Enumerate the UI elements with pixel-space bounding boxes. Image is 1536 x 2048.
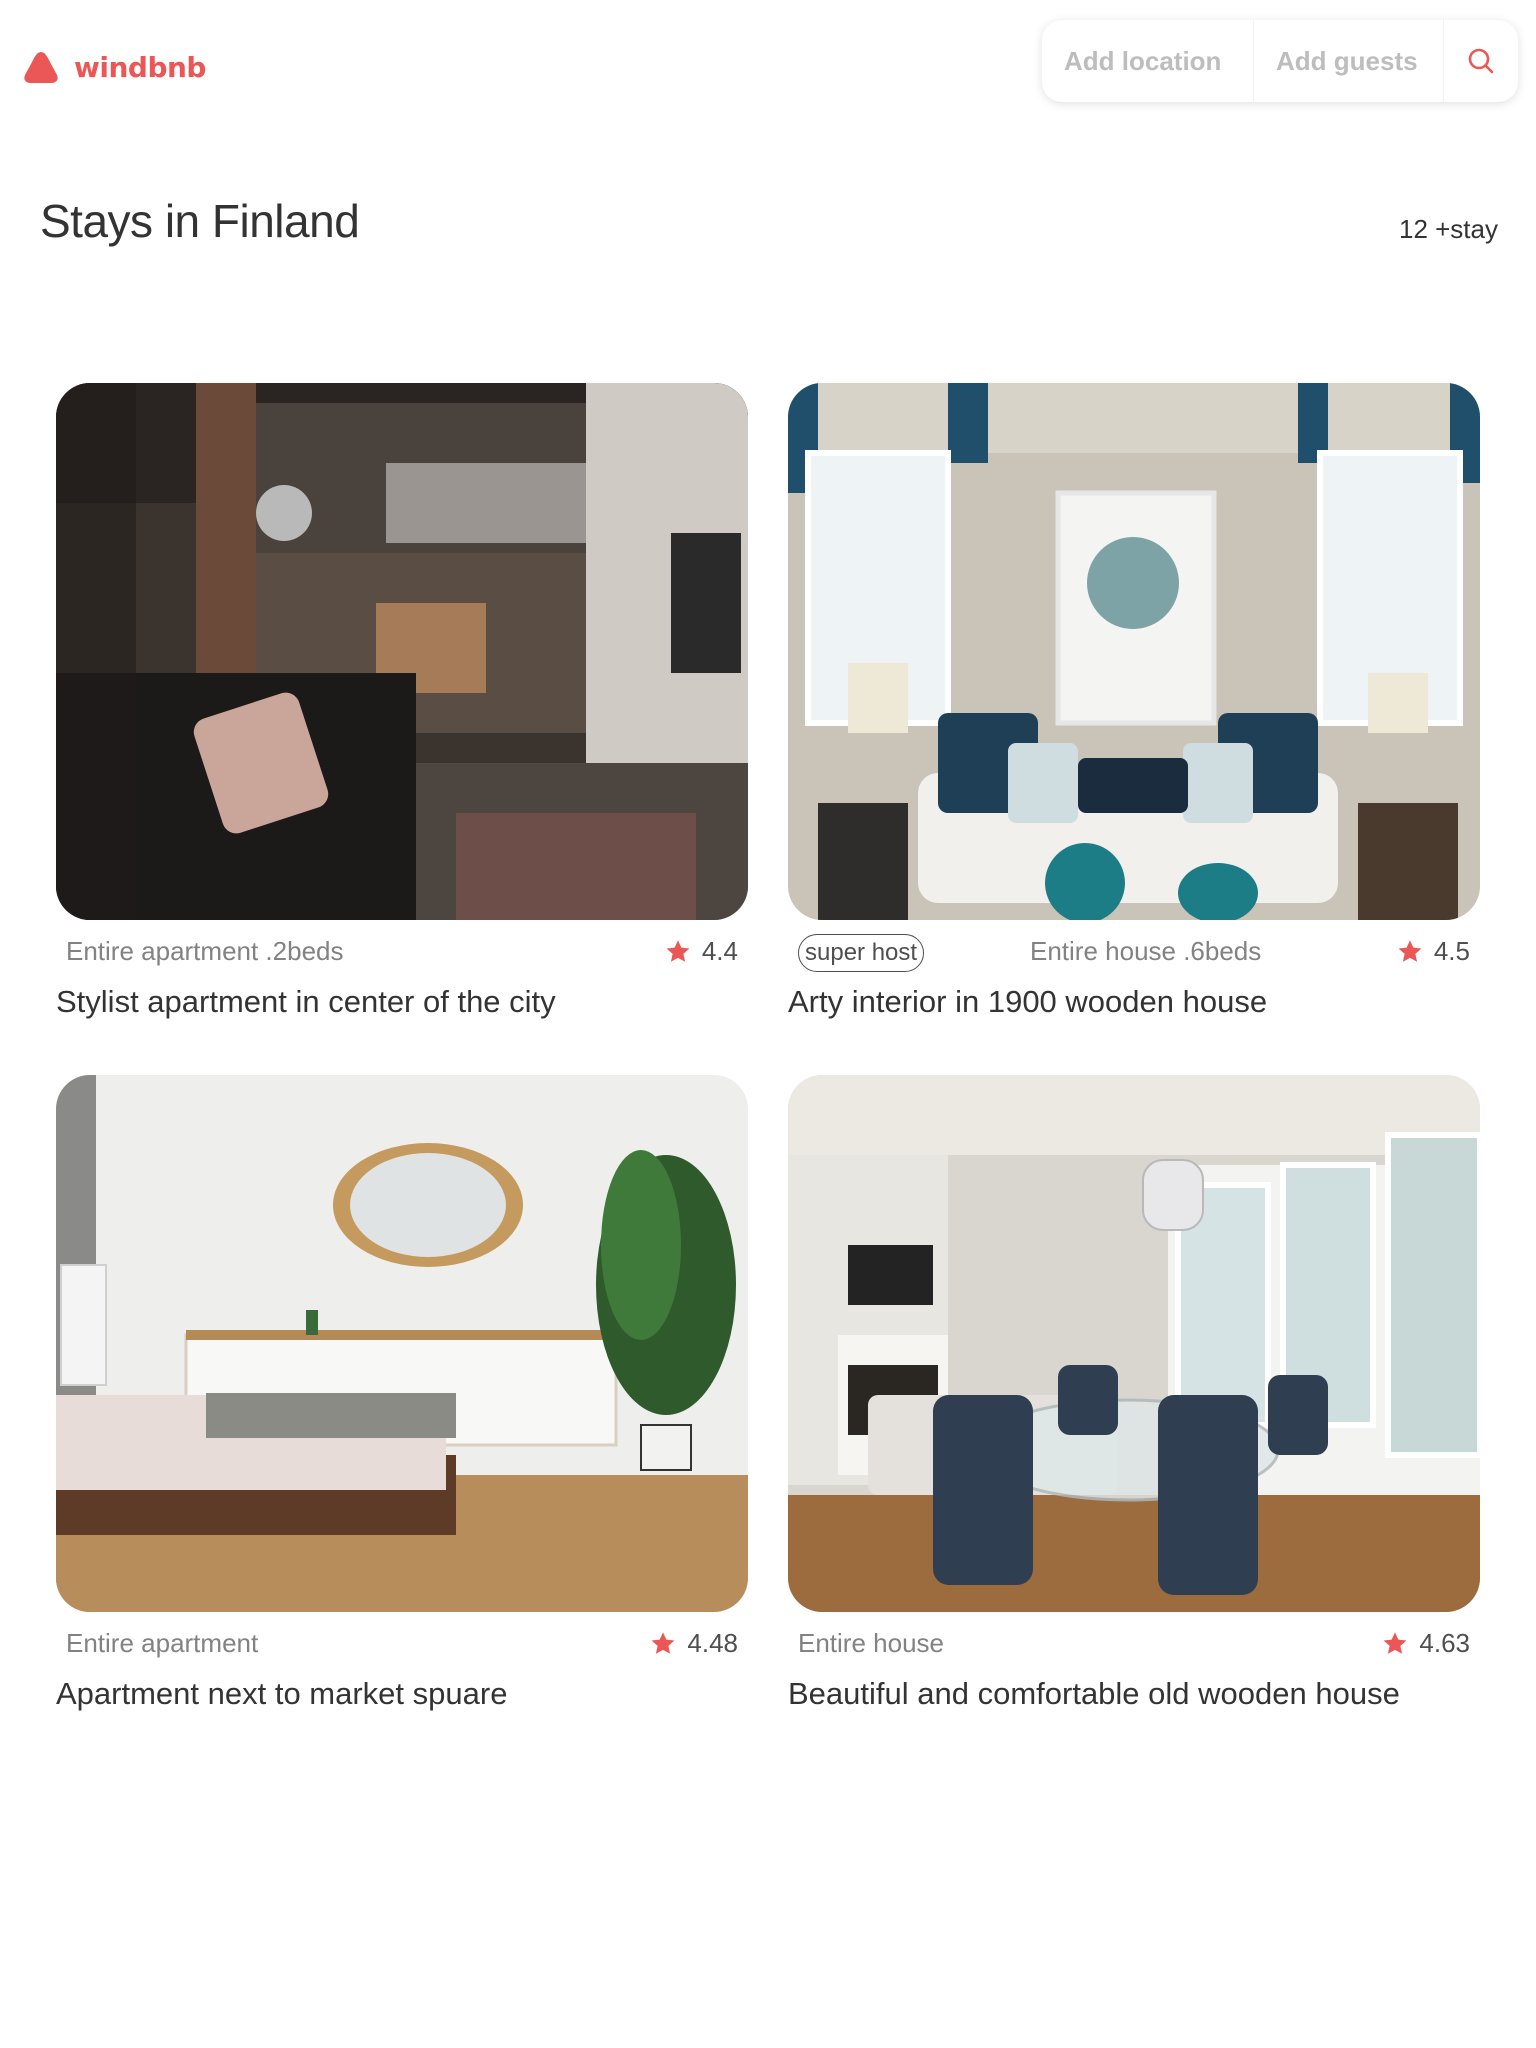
stay-meta: Entire house 4.63 xyxy=(788,1618,1480,1674)
page-title: Stays in Finland xyxy=(40,195,360,247)
rating-value: 4.5 xyxy=(1433,936,1470,966)
search-icon xyxy=(1468,48,1494,74)
logo-icon xyxy=(24,52,58,83)
star-icon xyxy=(651,1631,675,1654)
stay-meta: super host Entire house .6beds 4.5 xyxy=(788,926,1480,982)
stay-title[interactable]: Apartment next to market spuare xyxy=(56,1676,748,1712)
stay-card[interactable]: Entire apartment 4.48 Apartment next to … xyxy=(56,1075,748,1712)
stay-rating: 4.63 xyxy=(1381,1628,1470,1659)
star-icon xyxy=(1383,1631,1407,1654)
star-icon xyxy=(1398,939,1422,962)
stay-rating: 4.4 xyxy=(664,936,738,967)
stay-type: Entire apartment xyxy=(66,1628,259,1658)
stay-title[interactable]: Stylist apartment in center of the city xyxy=(56,984,748,1020)
stay-card[interactable]: Entire apartment .2beds 4.4 Stylist apar… xyxy=(56,383,748,1020)
stay-meta: Entire apartment 4.48 xyxy=(56,1618,748,1674)
stay-title[interactable]: Beautiful and comfortable old wooden hou… xyxy=(788,1676,1480,1712)
rating-value: 4.48 xyxy=(687,1628,738,1658)
stay-photo[interactable] xyxy=(788,1075,1480,1612)
stay-count: 12 +stay xyxy=(1398,214,1498,244)
stay-type: Entire house .6beds xyxy=(1030,936,1262,966)
rating-value: 4.4 xyxy=(701,936,738,966)
stay-photo[interactable] xyxy=(56,383,748,920)
stay-card[interactable]: super host Entire house .6beds 4.5 Arty … xyxy=(788,383,1480,1020)
stay-card[interactable]: Entire house 4.63 Beautiful and comforta… xyxy=(788,1075,1480,1712)
guests-input[interactable]: Add guests xyxy=(1254,20,1444,102)
superhost-badge: super host xyxy=(798,934,925,972)
stay-photo[interactable] xyxy=(56,1075,748,1612)
search-bar: Add location Add guests xyxy=(1042,20,1518,102)
brand-logo[interactable]: windbnb xyxy=(22,50,206,84)
star-icon xyxy=(666,939,690,962)
stay-meta: Entire apartment .2beds 4.4 xyxy=(56,926,748,982)
stay-rating: 4.48 xyxy=(649,1628,738,1659)
stay-type: Entire house xyxy=(798,1628,944,1658)
search-button[interactable] xyxy=(1444,20,1518,102)
stay-rating: 4.5 xyxy=(1396,936,1470,967)
brand-name: windbnb xyxy=(74,50,206,84)
stay-photo[interactable] xyxy=(788,383,1480,920)
stay-title[interactable]: Arty interior in 1900 wooden house xyxy=(788,984,1480,1020)
location-input[interactable]: Add location xyxy=(1042,20,1254,102)
rating-value: 4.63 xyxy=(1419,1628,1470,1658)
stay-type: Entire apartment .2beds xyxy=(66,936,344,966)
